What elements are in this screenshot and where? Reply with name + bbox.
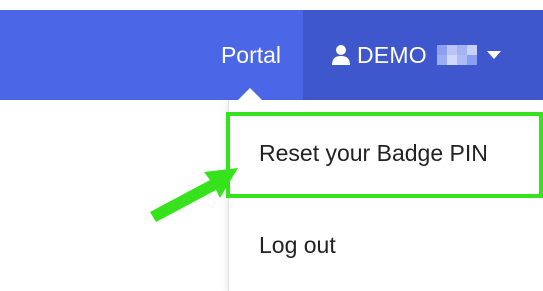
redacted-pixel <box>466 55 477 65</box>
user-name: DEMO <box>357 41 427 68</box>
page: Portal DEMO Reset your Badge PIN Log out <box>0 0 543 291</box>
redacted-pixel <box>436 55 447 65</box>
redacted-pixel <box>456 45 467 55</box>
reset-badge-pin-menu-item[interactable]: Reset your Badge PIN <box>229 113 543 193</box>
redacted-pixel <box>446 45 457 55</box>
redacted-pixel <box>446 55 457 65</box>
redacted-pixel <box>456 55 467 65</box>
log-out-label: Log out <box>259 231 336 258</box>
user-dropdown-menu: Reset your Badge PIN Log out <box>228 100 543 291</box>
dropdown-pointer <box>238 88 262 100</box>
user-menu-toggle[interactable]: DEMO <box>303 10 543 100</box>
log-out-menu-item[interactable]: Log out <box>229 220 543 270</box>
user-icon <box>332 45 350 65</box>
portal-link[interactable]: Portal <box>203 10 299 100</box>
redacted-username <box>436 45 477 65</box>
redacted-pixel <box>466 45 477 55</box>
portal-link-label: Portal <box>220 41 282 68</box>
caret-down-icon <box>486 51 501 59</box>
reset-badge-pin-label: Reset your Badge PIN <box>259 139 488 166</box>
redacted-pixel <box>436 45 447 55</box>
top-navbar: Portal DEMO <box>0 10 543 100</box>
